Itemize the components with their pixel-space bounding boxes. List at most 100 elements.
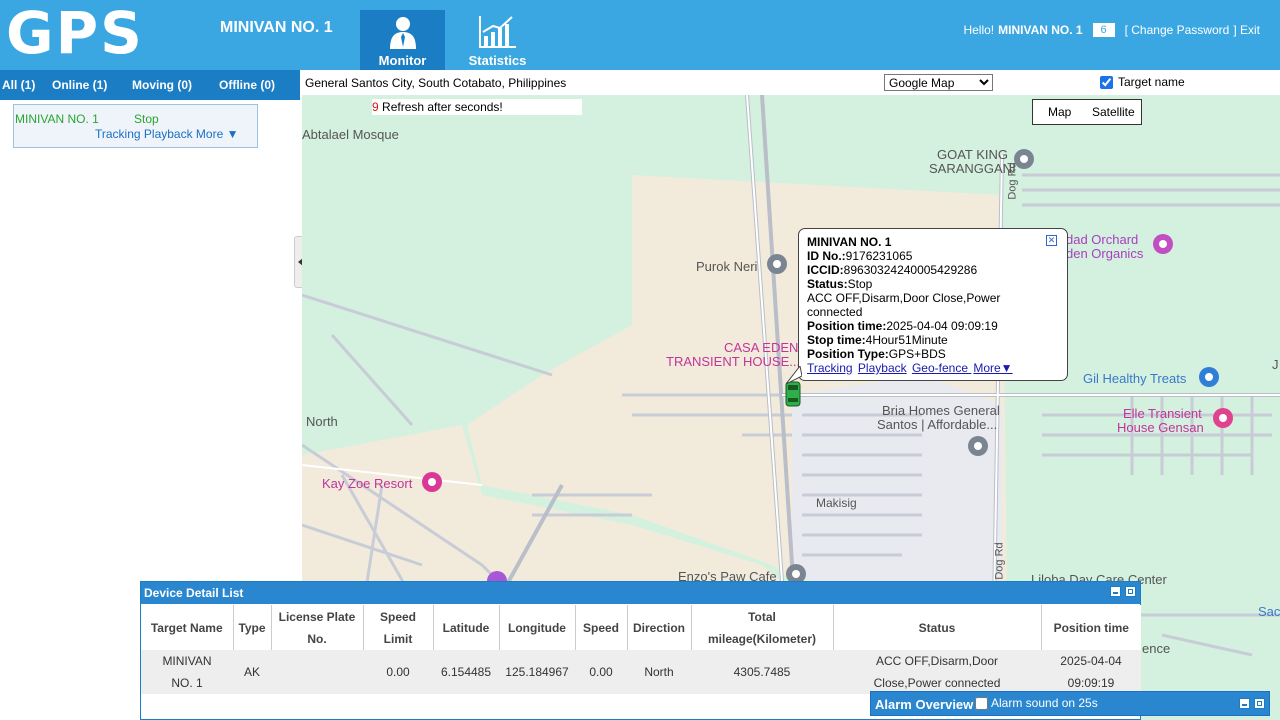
map-label: Gil Healthy Treats	[1083, 371, 1187, 386]
map-label: Bria Homes General	[882, 403, 1000, 418]
col-longitude[interactable]: Longitude	[499, 605, 576, 650]
popup-position-time-label: Position time:	[807, 319, 887, 333]
filter-all-tab[interactable]: All (1)	[2, 78, 35, 92]
map-label: CASA EDEN	[724, 340, 799, 355]
cell-status: ACC OFF,Disarm,Door Close,Power connected	[833, 650, 1041, 694]
minimize-icon[interactable]	[1239, 698, 1250, 709]
cell-target-name: MINIVAN NO. 1	[141, 650, 233, 694]
top-header: GPS MINIVAN NO. 1 Monitor Statistics Hel…	[0, 0, 1280, 70]
col-speed[interactable]: Speed	[575, 605, 628, 650]
col-speed-limit-line1: Speed	[379, 609, 416, 624]
cell-latitude: 6.154485	[433, 650, 499, 694]
map-label: GOAT KING	[937, 147, 1009, 162]
target-name-toggle[interactable]: Target name	[1100, 75, 1185, 89]
monitor-user-icon	[389, 17, 416, 49]
device-detail-table: Target Name Type License Plate No. Speed L…	[141, 605, 1141, 694]
popup-status-value: Stop	[847, 277, 873, 291]
popup-status-label: Status:	[807, 277, 848, 291]
map-toolbar: General Santos City, South Cotabato, Phi…	[300, 70, 1280, 95]
tracking-link[interactable]: Tracking	[807, 361, 853, 375]
popup-title: MINIVAN NO. 1	[807, 235, 892, 249]
map-label: SARANGGANI	[929, 161, 1016, 176]
geo-fence-link[interactable]: Geo-fence	[912, 361, 971, 375]
col-mileage-line2: mileage(Kilometer)	[707, 631, 817, 646]
map-label: House Gensan	[1117, 420, 1204, 435]
alarm-sound-label: Alarm sound on 25s	[991, 696, 1098, 710]
alarm-sound-checkbox[interactable]	[975, 696, 988, 710]
alarm-overview-title: Alarm Overview	[875, 697, 974, 712]
target-name-label: Target name	[1118, 75, 1185, 89]
refresh-countdown: 9 Refresh after seconds!	[372, 99, 582, 115]
map-label: ence	[1142, 641, 1171, 656]
maximize-icon[interactable]	[1125, 586, 1136, 597]
exit-link[interactable]: ] Exit	[1233, 23, 1260, 37]
col-type[interactable]: Type	[233, 605, 272, 650]
table-row[interactable]: MINIVAN NO. 1 AK 0.00 6.154485 125.184967…	[141, 650, 1141, 694]
map-label: Santos | Affordable...	[877, 417, 998, 432]
greeting-text: Hello!	[963, 23, 995, 37]
refresh-text: Refresh after seconds!	[382, 100, 503, 114]
close-icon[interactable]: ✕	[1046, 235, 1057, 246]
popup-id-label: ID No.:	[807, 249, 846, 263]
vehicle-list-item[interactable]: MINIVAN NO. 1 Stop Tracking Playback Mor…	[13, 104, 258, 148]
vehicle-marker-icon[interactable]	[784, 380, 802, 408]
statistics-chart-icon	[478, 16, 516, 48]
col-direction[interactable]: Direction	[627, 605, 692, 650]
map-type-satellite-button[interactable]: Satellite	[1092, 105, 1135, 119]
cell-speed-limit: 0.00	[363, 650, 433, 694]
nav-statistics-button[interactable]: Statistics	[455, 10, 540, 70]
col-license-line1: License Plate	[278, 609, 356, 624]
map-label: Kay Zoe Resort	[322, 476, 413, 491]
popup-stop-time-label: Stop time:	[807, 333, 866, 347]
col-mileage-line1: Total	[748, 609, 776, 624]
playback-link[interactable]: Playback	[858, 361, 907, 375]
cell-longitude: 125.184967	[499, 650, 575, 694]
maximize-icon[interactable]	[1254, 698, 1265, 709]
change-password-link[interactable]: [ Change Password	[1125, 23, 1230, 37]
alarm-overview-bar: Alarm Overview Alarm sound on 25s	[870, 691, 1270, 716]
map-label: Dog Rd	[993, 542, 1006, 580]
map-label: Elle Transient	[1123, 406, 1202, 421]
filter-offline-tab[interactable]: Offline (0)	[219, 78, 275, 92]
map-label: North	[306, 414, 338, 429]
cell-status-line1: ACC OFF,Disarm,Door	[875, 654, 998, 668]
vehicle-name[interactable]: MINIVAN NO. 1	[15, 112, 99, 126]
map-label: Abtalael Mosque	[302, 127, 399, 142]
col-license-plate[interactable]: License Plate No.	[271, 605, 364, 650]
col-speed-limit[interactable]: Speed Limit	[363, 605, 434, 650]
col-total-mileage[interactable]: Total mileage(Kilometer)	[691, 605, 834, 650]
cell-direction: North	[627, 650, 691, 694]
col-speed-limit-line2: Limit	[383, 631, 413, 646]
nav-monitor-button[interactable]: Monitor	[360, 10, 445, 70]
col-latitude[interactable]: Latitude	[433, 605, 500, 650]
popup-id-value: 9176231065	[845, 249, 913, 263]
map-label: den Organics	[1066, 246, 1144, 261]
cell-total-mileage: 4305.7485	[691, 650, 833, 694]
target-name-checkbox[interactable]	[1100, 75, 1113, 89]
popup-iccid-label: ICCID:	[807, 263, 844, 277]
filter-moving-tab[interactable]: Moving (0)	[132, 78, 192, 92]
col-position-time[interactable]: Position time	[1041, 605, 1141, 650]
more-link[interactable]: More▼	[973, 361, 1012, 375]
cell-position-clock: 09:09:19	[1067, 676, 1115, 690]
alarm-sound-toggle[interactable]: Alarm sound on 25s	[975, 696, 1098, 710]
cell-position-date: 2025-04-04	[1060, 654, 1122, 668]
col-status[interactable]: Status	[833, 605, 1042, 650]
map-provider-select[interactable]: Google Map	[884, 74, 993, 91]
popup-position-type-value: GPS+BDS	[888, 347, 946, 361]
refresh-seconds: 9	[372, 100, 379, 114]
message-count-badge[interactable]: 6	[1092, 23, 1115, 37]
vehicle-info-popup: ✕ MINIVAN NO. 1 ID No.:9176231065 ICCID:…	[798, 228, 1068, 381]
popup-position-time-value: 2025-04-04 09:09:19	[886, 319, 998, 333]
vehicle-action-links[interactable]: Tracking Playback More ▼	[95, 127, 238, 141]
map-type-map-button[interactable]: Map	[1048, 105, 1071, 119]
user-area: Hello! MINIVAN NO. 1 6 [ Change Password…	[963, 23, 1260, 37]
map-label: TRANSIENT HOUSE...	[666, 354, 801, 369]
filter-online-tab[interactable]: Online (1)	[52, 78, 107, 92]
minimize-icon[interactable]	[1110, 586, 1121, 597]
map-label: dad Orchard	[1066, 232, 1139, 247]
col-target-name[interactable]: Target Name	[141, 605, 234, 650]
map-type-switcher: Map Satellite	[1032, 99, 1142, 125]
map-label: J	[1272, 357, 1279, 372]
nav-statistics-label: Statistics	[468, 53, 527, 68]
